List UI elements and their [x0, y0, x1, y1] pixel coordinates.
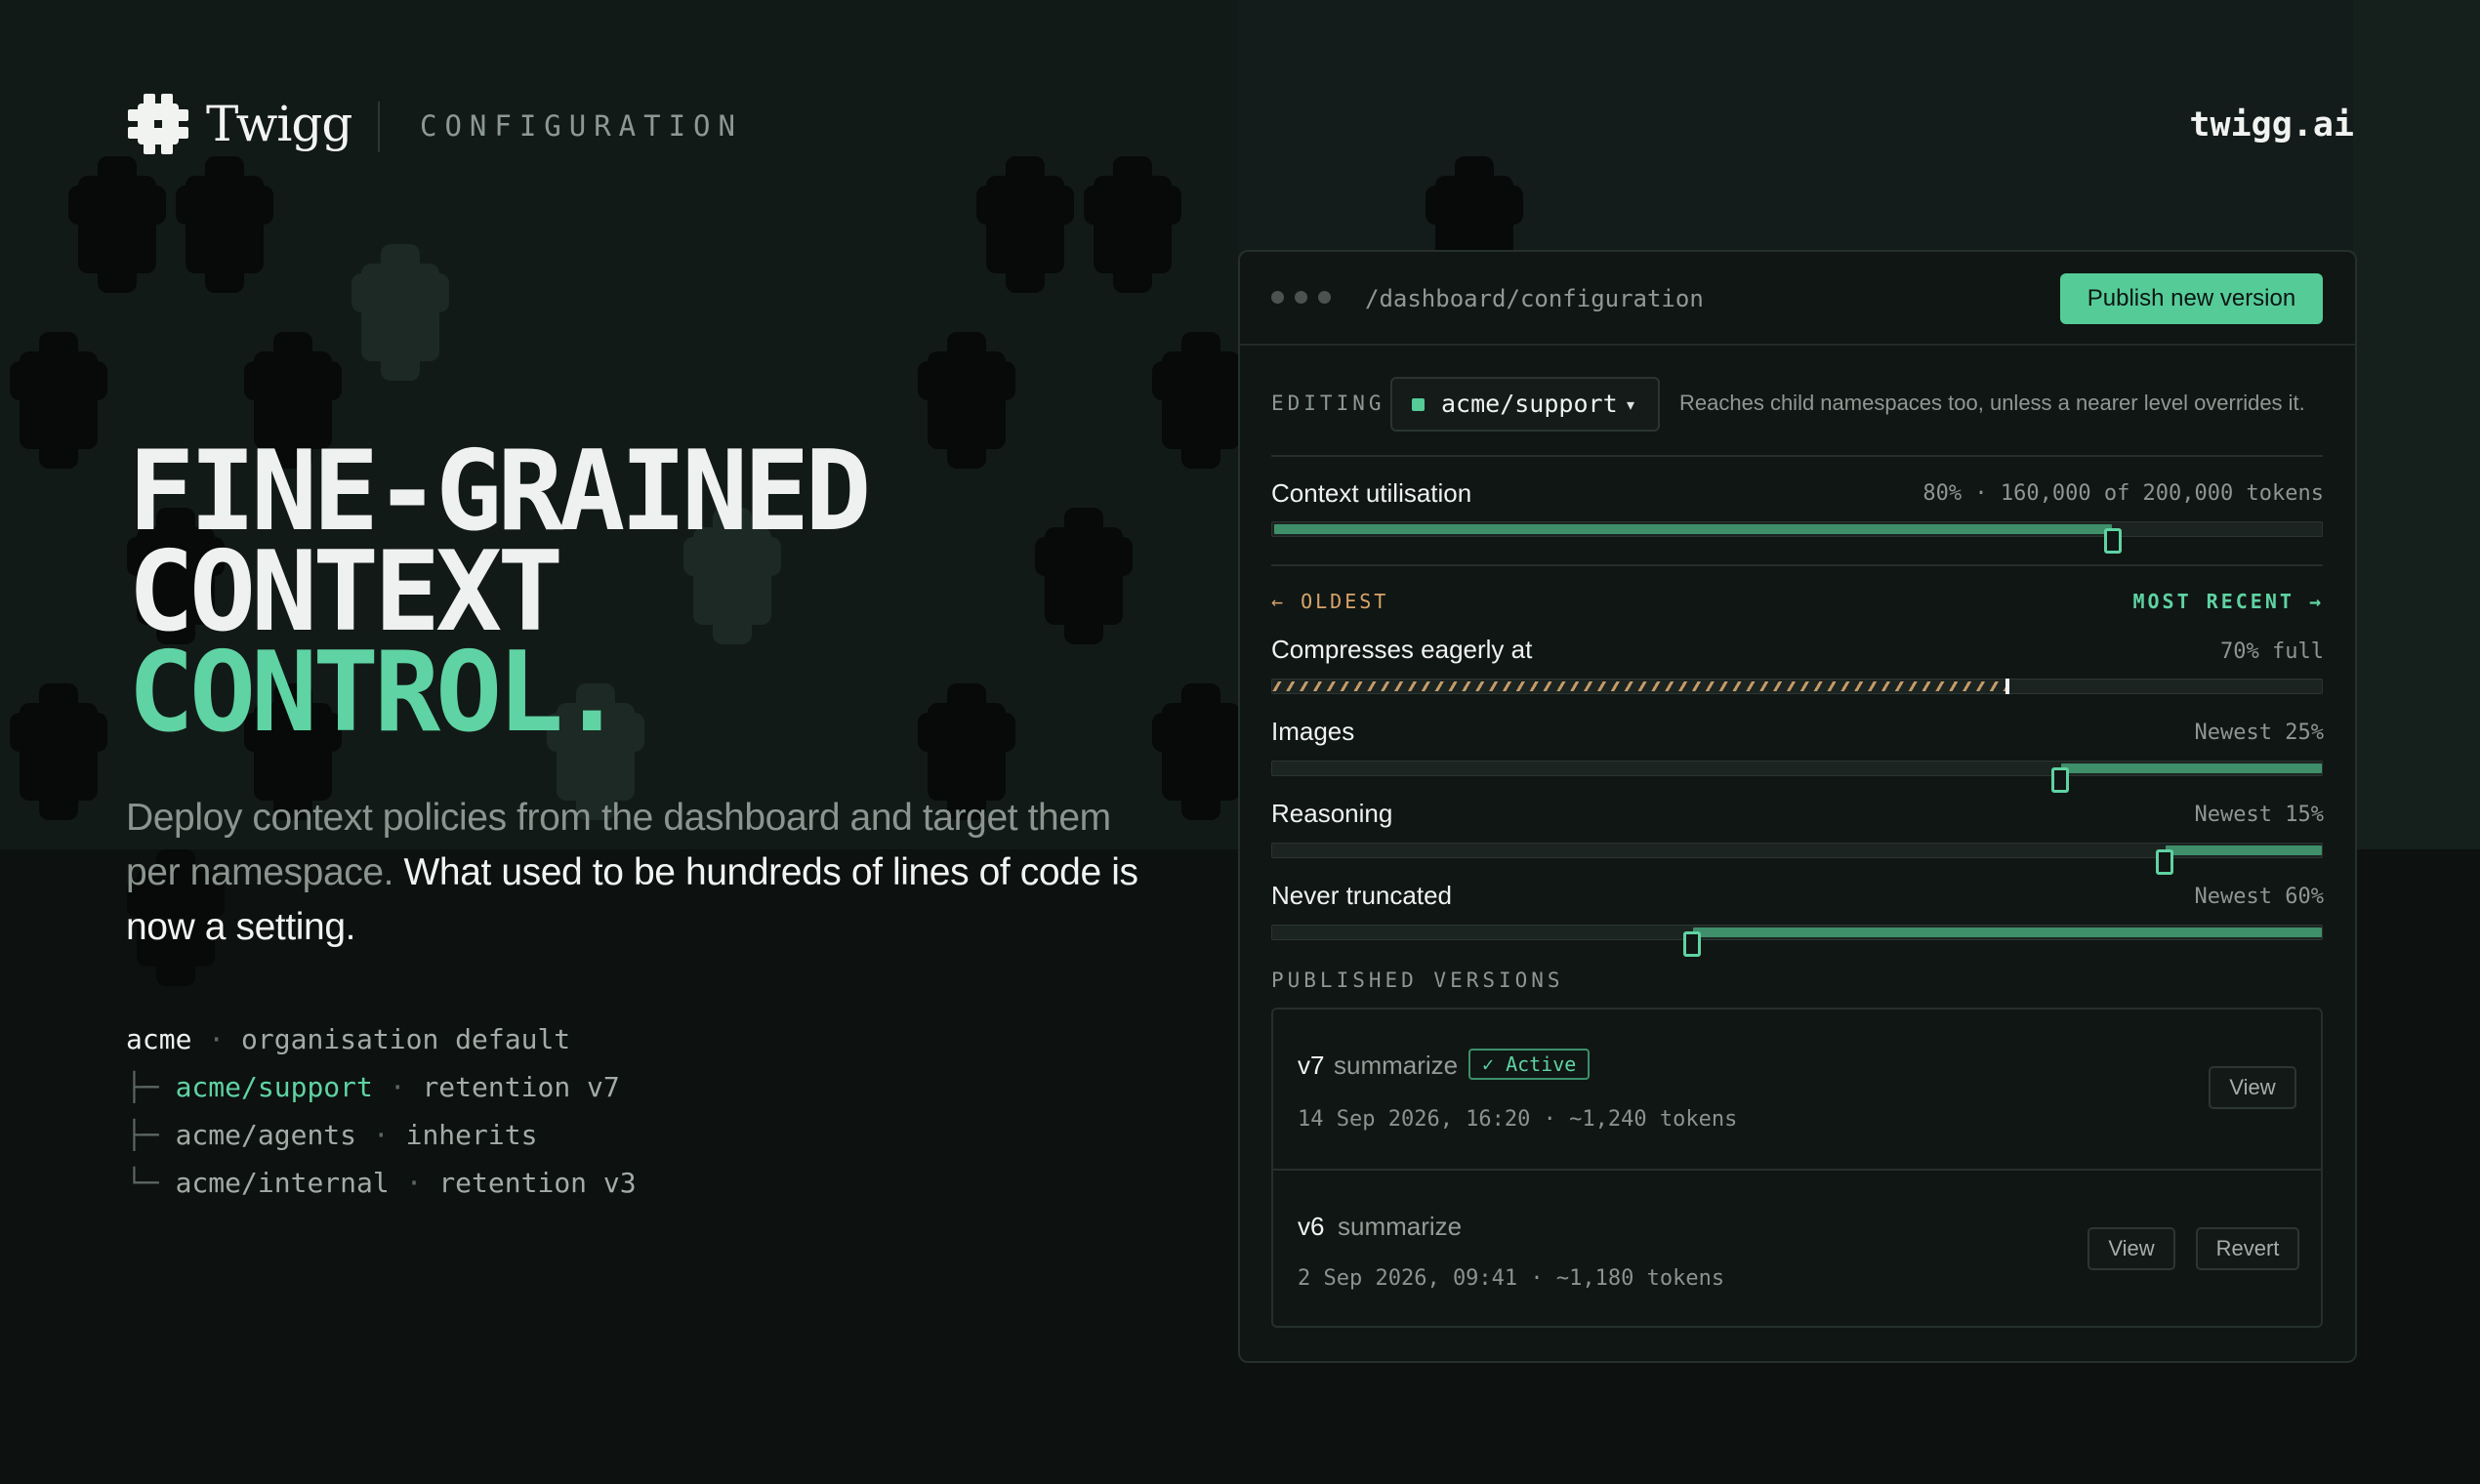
context-value: 80% · 160,000 of 200,000 tokens	[1922, 481, 2324, 506]
context-bar	[1271, 521, 2323, 537]
reasoning-value: Newest 15%	[2194, 803, 2324, 827]
namespace-value: acme/support	[1441, 390, 1618, 418]
tree-namespace: acme/support	[175, 1071, 373, 1103]
tree-separator: ·	[372, 1071, 423, 1103]
window-dot	[1271, 291, 1284, 304]
tree-guide: └─	[126, 1167, 176, 1199]
context-slider-handle[interactable]	[2104, 528, 2122, 554]
tree-row-root: acme · organisation default	[126, 1015, 637, 1063]
window-titlebar: /dashboard/configuration Publish new ver…	[1240, 252, 2355, 346]
compress-threshold-handle[interactable]	[2005, 679, 2009, 694]
compress-bar	[1271, 679, 2323, 694]
reasoning-bar-fill	[2166, 845, 2322, 855]
hero-heading: FINE-GRAINED CONTEXT CONTROL.	[128, 436, 871, 757]
window-dot	[1318, 291, 1331, 304]
oldest-label: ← OLDEST	[1271, 590, 1389, 613]
version-row-v7: v7 summarize ✓ Active 14 Sep 2026, 16:20…	[1273, 1010, 2321, 1169]
version-row-v6: v6 summarize 2 Sep 2026, 09:41 · ~1,180 …	[1273, 1169, 2321, 1330]
versions-list: v7 summarize ✓ Active 14 Sep 2026, 16:20…	[1271, 1008, 2323, 1328]
tree-row-support: ├─ acme/support · retention v7	[126, 1063, 637, 1111]
namespace-hint: Reaches child namespaces too, unless a n…	[1679, 391, 2305, 415]
publish-new-version-button[interactable]: Publish new version	[2060, 273, 2323, 324]
namespace-indicator	[1412, 398, 1425, 411]
compress-bar-fill	[1272, 681, 2006, 691]
never-truncated-bar-fill	[1693, 928, 2322, 937]
images-value: Newest 25%	[2194, 721, 2324, 745]
logo[interactable]: Twigg	[128, 94, 352, 154]
context-bar-fill	[1274, 524, 2112, 534]
namespace-tree: acme · organisation default ├─ acme/supp…	[126, 1015, 637, 1207]
published-versions-label: PUBLISHED VERSIONS	[1271, 969, 1564, 992]
chevron-down-icon: ▾	[1627, 397, 1635, 414]
reasoning-slider-handle[interactable]	[2156, 849, 2173, 875]
images-bar	[1271, 761, 2323, 776]
hero-line-3: CONTROL.	[128, 628, 625, 757]
tree-note: organisation default	[241, 1023, 571, 1055]
editing-label: EDITING	[1271, 392, 1385, 415]
tree-guide: ├─	[126, 1071, 176, 1103]
section-title: CONFIGURATION	[420, 109, 743, 143]
version-name: summarize	[1334, 1051, 1459, 1080]
divider	[1271, 455, 2323, 457]
tree-note: inherits	[405, 1119, 538, 1151]
version-meta: 14 Sep 2026, 16:20 · ~1,240 tokens	[1298, 1107, 1738, 1132]
tree-row-internal: └─ acme/internal · retention v3	[126, 1159, 637, 1207]
compress-label: Compresses eagerly at	[1271, 635, 1533, 664]
brand-name: Twigg	[206, 96, 352, 152]
window-dot	[1295, 291, 1307, 304]
hero-subtitle: Deploy context policies from the dashboa…	[126, 791, 1151, 955]
view-button[interactable]: View	[2209, 1066, 2296, 1109]
tree-separator: ·	[191, 1023, 242, 1055]
never-truncated-label: Never truncated	[1271, 881, 1452, 910]
most-recent-label: MOST RECENT →	[2132, 590, 2324, 613]
version-meta: 2 Sep 2026, 09:41 · ~1,180 tokens	[1298, 1266, 1725, 1291]
version-number: v7	[1298, 1051, 1325, 1080]
images-bar-fill	[2061, 763, 2322, 773]
namespace-select[interactable]: acme/support ▾	[1390, 377, 1660, 432]
revert-button[interactable]: Revert	[2196, 1227, 2299, 1270]
tree-guide: ├─	[126, 1119, 176, 1151]
divider	[1271, 564, 2323, 566]
version-name: summarize	[1338, 1212, 1463, 1241]
tree-separator: ·	[389, 1167, 439, 1199]
tree-namespace: acme	[126, 1023, 192, 1055]
version-number: v6	[1298, 1212, 1325, 1241]
tree-namespace: acme/internal	[175, 1167, 390, 1199]
never-truncated-slider-handle[interactable]	[1683, 931, 1701, 957]
active-badge: ✓ Active	[1468, 1049, 1591, 1080]
dashboard-window: /dashboard/configuration Publish new ver…	[1238, 250, 2357, 1363]
twigg-logo-icon	[128, 94, 188, 154]
images-slider-handle[interactable]	[2051, 767, 2069, 793]
header-divider	[378, 102, 380, 152]
never-truncated-value: Newest 60%	[2194, 885, 2324, 909]
tree-row-agents: ├─ acme/agents · inherits	[126, 1111, 637, 1159]
url-path: /dashboard/configuration	[1365, 285, 1704, 312]
domain-link[interactable]: twigg.ai	[2189, 105, 2354, 144]
context-label: Context utilisation	[1271, 478, 1472, 508]
tree-namespace: acme/agents	[175, 1119, 357, 1151]
view-button[interactable]: View	[2087, 1227, 2175, 1270]
compress-value: 70% full	[2220, 639, 2324, 664]
never-truncated-bar	[1271, 925, 2323, 940]
tree-note: retention v3	[438, 1167, 637, 1199]
reasoning-label: Reasoning	[1271, 799, 1393, 828]
tree-separator: ·	[356, 1119, 406, 1151]
images-label: Images	[1271, 717, 1355, 746]
tree-note: retention v7	[422, 1071, 620, 1103]
